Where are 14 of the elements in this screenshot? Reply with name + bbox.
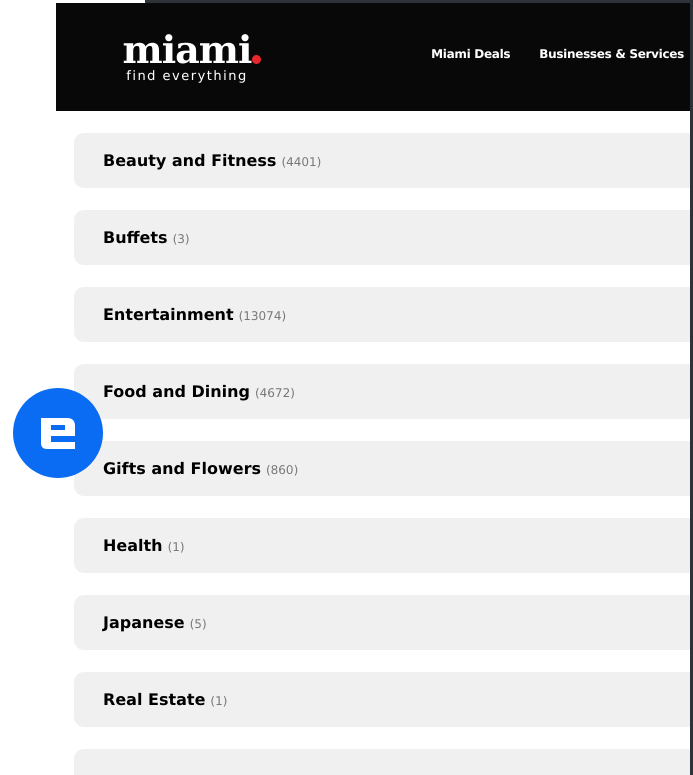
category-link[interactable]: Real Estate (1) bbox=[74, 672, 690, 727]
logo-tagline: find everything bbox=[126, 69, 248, 85]
category-link[interactable]: Gifts and Flowers (860) bbox=[74, 441, 690, 496]
nav-link[interactable]: Businesses & Services bbox=[539, 45, 684, 63]
category-link[interactable]: Food and Dining (4672) bbox=[74, 364, 690, 419]
nav-link[interactable]: Miami Deals bbox=[431, 45, 510, 63]
logo-wordmark: miami bbox=[122, 31, 252, 69]
category-link[interactable]: Entertainment (13074) bbox=[74, 287, 690, 342]
category-link[interactable]: Beauty and Fitness (4401) bbox=[74, 133, 690, 188]
category-link[interactable]: Health (1) bbox=[74, 518, 690, 573]
category-link[interactable]: Buffets (3) bbox=[74, 210, 690, 265]
e-logo-icon bbox=[13, 388, 103, 478]
site-logo[interactable]: miami find everything bbox=[113, 31, 271, 85]
category-link[interactable]: Japanese (5) bbox=[74, 595, 690, 650]
